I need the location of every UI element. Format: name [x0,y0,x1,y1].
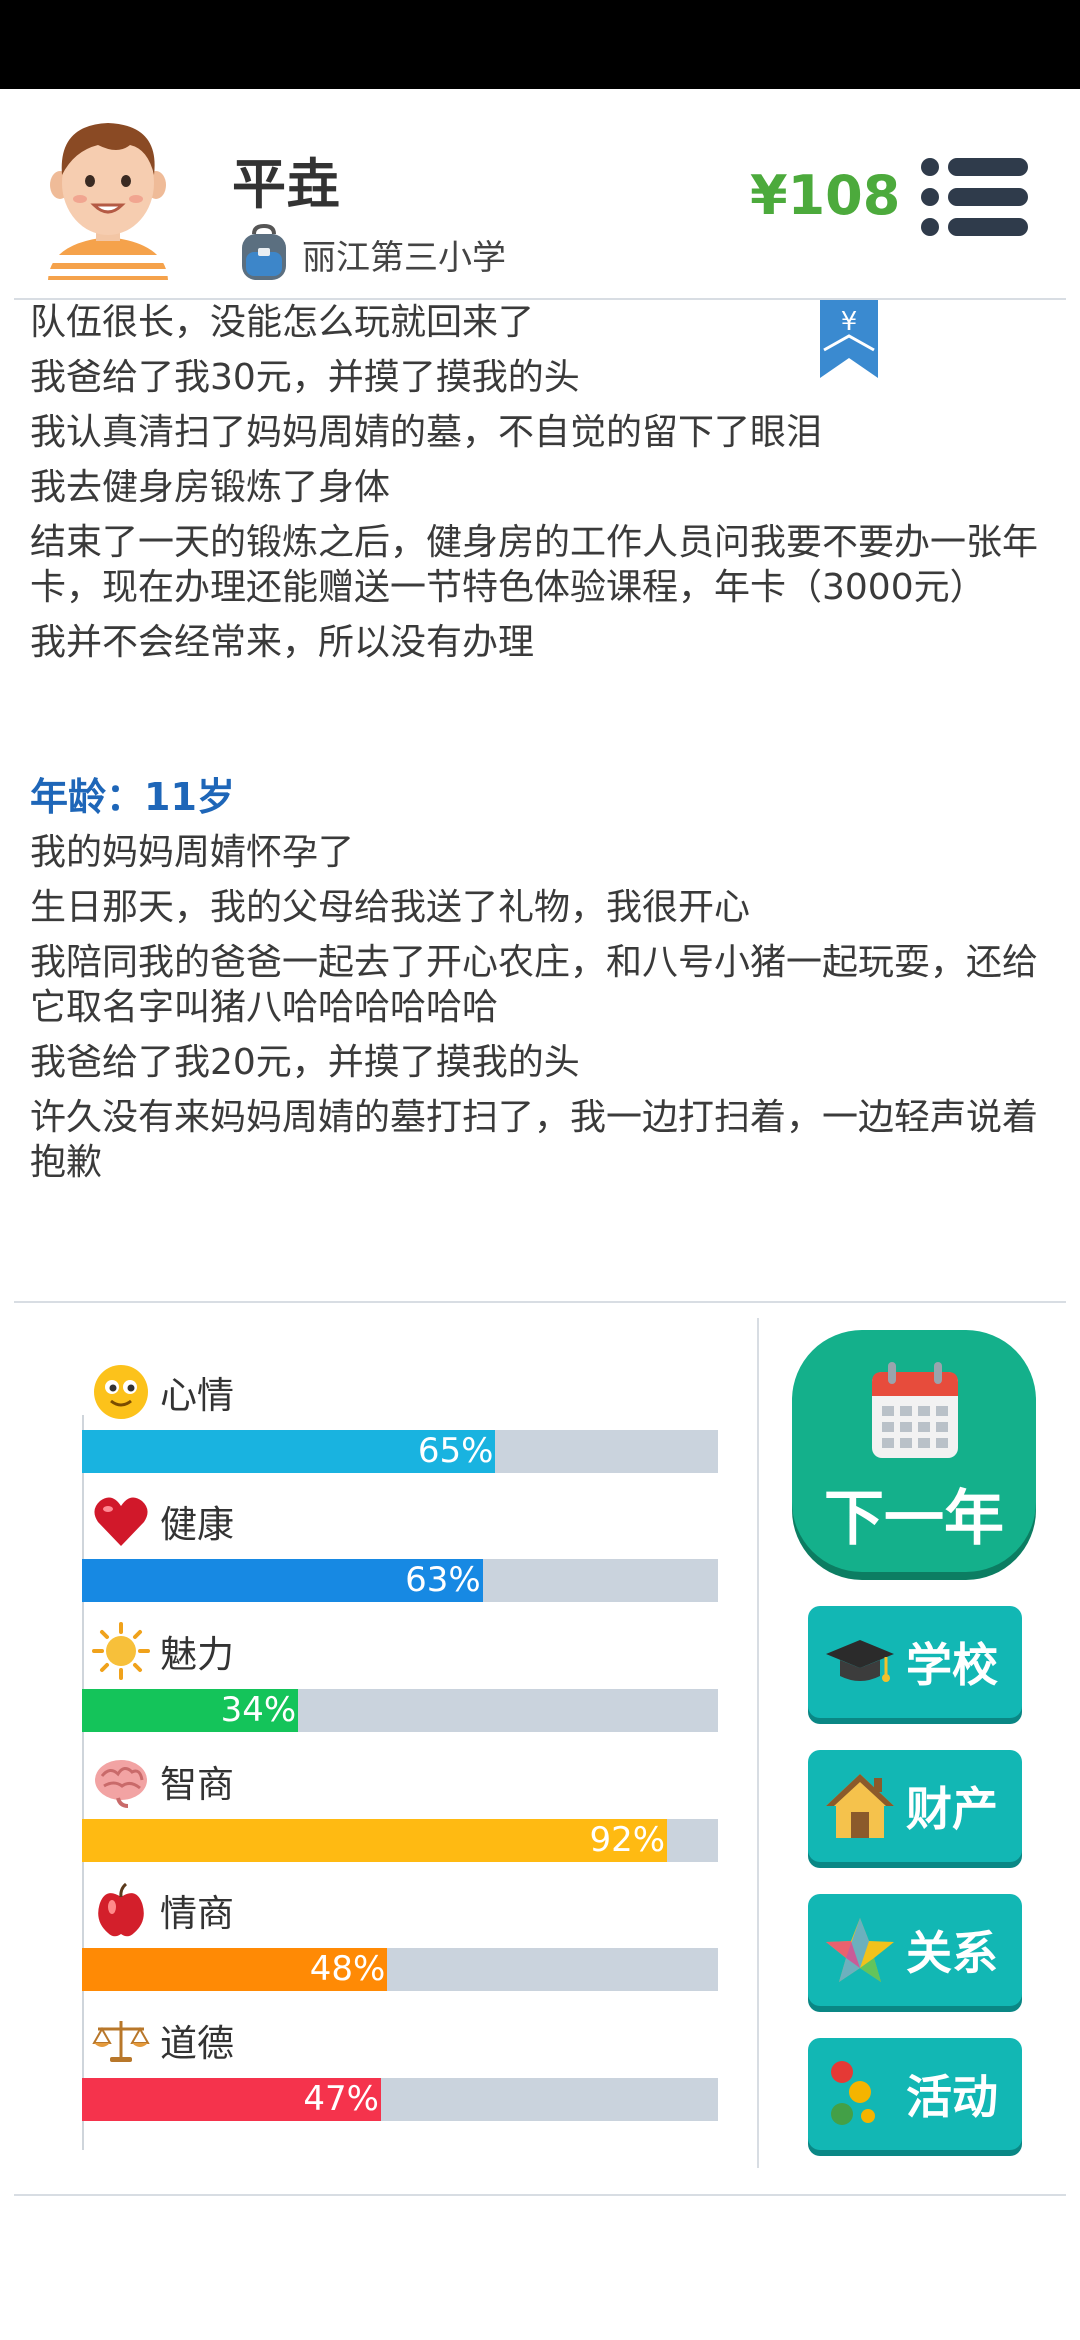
log-line: 结束了一天的锻炼之后，健身房的工作人员问我要不要办一张年卡，现在办理还能赠送一节… [30,522,1039,608]
log-line: 队伍很长，没能怎么玩就回来了 [30,302,535,343]
graduation-cap-icon [826,1640,894,1682]
stat-label: 情商 [160,1892,234,1935]
avatar[interactable] [38,115,178,280]
log-line: 我爸给了我20元，并摸了摸我的头 [30,1042,580,1083]
calendar-icon [872,1362,958,1458]
stat-bar-track: 63% [82,1559,718,1602]
bookmark-symbol: ¥ [841,307,858,337]
log-line: 我陪同我的爸爸一起去了开心农庄，和八号小猪一起玩耍，还给它取名字叫猪八哈哈哈哈哈… [30,942,1039,1028]
money-balance: ¥108 [750,164,901,227]
log-line: 我并不会经常来，所以没有办理 [30,622,535,663]
stat-bar-track: 48% [82,1948,718,1991]
activities-button[interactable]: 活动 [808,2038,1022,2150]
stat-label: 道德 [160,2022,234,2065]
smiley-icon [94,1365,148,1419]
section-divider [14,1301,1066,1303]
log-line: 我认真清扫了妈妈周婧的墓，不自觉的留下了眼泪 [30,412,823,453]
stat-bar-track: 34% [82,1689,718,1732]
stat-bar-fill: 65% [82,1430,496,1473]
age-heading: 年龄：11岁 [30,775,235,819]
log-line: 我的妈妈周婧怀孕了 [30,832,355,873]
log-line: 生日那天，我的父母给我送了礼物，我很开心 [30,887,751,928]
stat-percent: 65% [417,1431,494,1471]
stats-axis [82,1415,84,2150]
property-button[interactable]: 财产 [808,1750,1022,1862]
activities-label: 活动 [906,2070,998,2124]
stat-bar-fill: 63% [82,1559,483,1602]
stat-label: 心情 [160,1374,234,1417]
star-icon [826,1918,894,1982]
stat-label: 健康 [160,1503,234,1546]
relations-button[interactable]: 关系 [808,1894,1022,2006]
stat-bar-fill: 92% [82,1819,668,1862]
stat-bar-track: 47% [82,2078,718,2121]
scales-icon [92,2021,150,2062]
brain-icon [95,1760,147,1808]
bookmark-yuan-icon[interactable]: ¥ [820,300,878,378]
school-name: 丽江第三小学 [302,237,506,278]
school-label: 学校 [906,1638,998,1692]
log-line: 许久没有来妈妈周婧的墓打扫了，我一边打扫着，一边轻声说着抱歉 [30,1097,1039,1183]
stat-bar-fill: 48% [82,1948,388,1991]
stat-bar-track: 92% [82,1819,718,1862]
next-year-button[interactable]: 下一年 [792,1330,1036,1572]
stat-percent: 48% [309,1949,386,1989]
school-bag-icon [242,224,286,280]
property-label: 财产 [906,1782,998,1836]
log-line: 我爸给了我30元，并摸了摸我的头 [30,357,580,398]
stat-percent: 92% [589,1820,666,1860]
log-line: 我去健身房锻炼了身体 [30,467,391,508]
menu-icon[interactable] [920,155,1030,239]
bottom-divider [14,2194,1066,2196]
school-button[interactable]: 学校 [808,1606,1022,1718]
sun-icon [92,1622,150,1680]
school-info: 丽江第三小学 [236,224,506,284]
next-year-label: 下一年 [824,1484,1004,1554]
apple-icon [98,1882,144,1937]
stat-percent: 47% [303,2079,379,2119]
relations-label: 关系 [906,1926,998,1980]
player-name: 平垚 [232,153,340,216]
heart-icon [94,1497,148,1546]
stat-label: 智商 [160,1763,234,1806]
stat-label: 魅力 [160,1633,234,1676]
status-bar [0,0,1080,89]
stat-bar-fill: 47% [82,2078,381,2121]
stat-bar-fill: 34% [82,1689,299,1732]
stat-bar-track: 65% [82,1430,718,1473]
panel-divider [757,1318,759,2168]
stat-percent: 63% [405,1560,481,1600]
life-log[interactable]: 队伍很长，没能怎么玩就回来了 我爸给了我30元，并摸了摸我的头 我认真清扫了妈妈… [30,300,1060,1300]
stat-percent: 34% [220,1690,297,1730]
house-icon [826,1774,894,1838]
activity-dots-icon [831,2061,875,2125]
